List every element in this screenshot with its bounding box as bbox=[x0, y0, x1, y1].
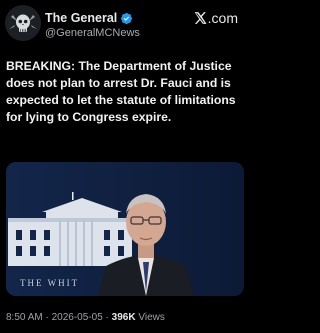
tweet-date[interactable]: 2026-05-05 bbox=[52, 312, 103, 323]
views-label: Views bbox=[138, 312, 165, 323]
x-brand-label: .com bbox=[207, 10, 238, 26]
meta-separator: · bbox=[105, 312, 109, 323]
tweet-media[interactable]: THE WHIT bbox=[6, 162, 244, 296]
handle[interactable]: @GeneralMCNews bbox=[45, 27, 140, 39]
tweet-time[interactable]: 8:50 AM bbox=[6, 312, 43, 323]
media-caption: THE WHIT bbox=[20, 278, 79, 288]
verified-badge-icon bbox=[120, 12, 133, 25]
x-brand: .com bbox=[193, 9, 238, 27]
press-briefing-image: THE WHIT bbox=[6, 162, 244, 296]
tweet-text: BREAKING: The Department of Justice does… bbox=[6, 59, 236, 124]
name-row: The General bbox=[45, 10, 133, 26]
x-logo-icon bbox=[194, 12, 207, 24]
views-count[interactable]: 396K bbox=[112, 312, 136, 323]
meta-separator: · bbox=[45, 312, 49, 323]
skull-crest-icon bbox=[5, 5, 41, 41]
tweet-header: The General @GeneralMCNews .com bbox=[0, 0, 250, 48]
display-name[interactable]: The General bbox=[45, 11, 117, 25]
tweet-meta: 8:50 AM · 2026-05-05 · 396K Views bbox=[6, 312, 165, 323]
avatar[interactable] bbox=[5, 5, 41, 41]
